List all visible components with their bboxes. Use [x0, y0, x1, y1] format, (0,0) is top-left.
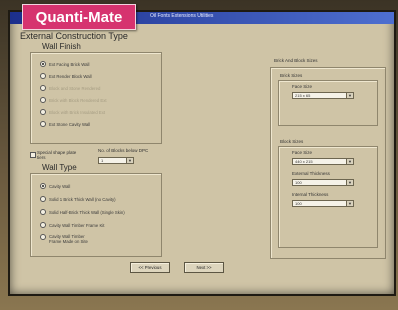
wall-finish-option-2[interactable]: Block and Stone Rendered [40, 85, 100, 91]
radio-selected-icon [40, 61, 46, 67]
blocks-below-dpc-label: No. of Blocks below DPC [98, 148, 149, 153]
internal-thickness-label: Internal Thickness [292, 192, 329, 197]
chevron-down-icon: ▼ [346, 180, 353, 185]
wall-type-title: Wall Type [42, 163, 77, 172]
wall-finish-option-4[interactable]: Block with Brick Insulated Ext [40, 109, 105, 115]
brick-sizes-title: Brick Sizes [280, 73, 303, 78]
external-thickness-select[interactable]: 100 ▼ [292, 179, 354, 186]
block-face-size-select[interactable]: 440 x 215 ▼ [292, 158, 354, 165]
brick-face-size-label: Face Size [292, 84, 313, 89]
radio-icon [40, 109, 46, 115]
brick-block-sizes-title: Brick And Block Sizes [274, 58, 318, 63]
brick-face-size-select[interactable]: 215 x 65 ▼ [292, 92, 354, 99]
wall-finish-option-1[interactable]: Ext Render Block Wall [40, 73, 92, 79]
wall-type-option-1[interactable]: Solid 1 Brick Thick Wall (no Cavity) [40, 196, 116, 202]
quanti-mate-logo: Quanti-Mate [22, 4, 136, 30]
wall-finish-option-5[interactable]: Ext Stone Cavity Wall [40, 121, 90, 127]
wall-type-option-3[interactable]: Cavity Wall Timber Frame Kit [40, 222, 104, 228]
special-shape-checkbox[interactable] [30, 152, 36, 158]
radio-icon [40, 209, 46, 215]
next-button[interactable]: Next >> [184, 262, 224, 273]
radio-icon [40, 222, 46, 228]
chevron-down-icon: ▼ [346, 201, 353, 206]
external-thickness-label: External Thickness [292, 171, 330, 176]
internal-thickness-select[interactable]: 100 ▼ [292, 200, 354, 207]
block-sizes-title: Block Sizes [280, 139, 304, 144]
menu-bar[interactable]: Oil Fonts Extensions Utilities [150, 13, 213, 19]
blocks-below-dpc-select[interactable]: 1 ▼ [98, 157, 134, 164]
radio-selected-icon [40, 183, 46, 189]
radio-icon [40, 234, 46, 240]
application-window: Oil Fonts Extensions Utilities External … [8, 10, 396, 296]
radio-icon [40, 85, 46, 91]
wall-type-option-4[interactable]: Cavity Wall Timber Frame Made on Site [40, 234, 95, 244]
chevron-down-icon: ▼ [346, 159, 353, 164]
block-face-size-label: Face Size [292, 150, 313, 155]
chevron-down-icon: ▼ [346, 93, 353, 98]
wall-finish-option-3[interactable]: Brick with Block Rendered Ext [40, 97, 107, 103]
radio-icon [40, 73, 46, 79]
wall-type-option-2[interactable]: Solid Half-Brick Thick Wall (Single Skin… [40, 209, 125, 215]
wall-type-option-0[interactable]: Cavity Wall [40, 183, 70, 189]
radio-icon [40, 121, 46, 127]
special-shape-label: Special shape plate tiers [37, 150, 77, 160]
previous-button[interactable]: << Previous [130, 262, 170, 273]
wall-finish-title: Wall Finish [42, 42, 81, 51]
wall-finish-option-0[interactable]: Ext Facing Brick Wall [40, 61, 89, 67]
radio-icon [40, 196, 46, 202]
external-construction-title: External Construction Type [20, 31, 128, 41]
radio-icon [40, 97, 46, 103]
chevron-down-icon: ▼ [126, 158, 133, 163]
